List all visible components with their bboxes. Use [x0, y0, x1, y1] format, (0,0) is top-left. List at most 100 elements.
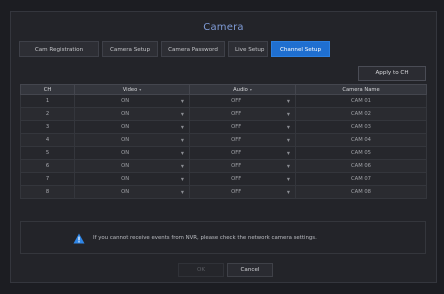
chevron-down-icon: ▼ — [180, 111, 184, 117]
video-select[interactable]: ON ▼ — [74, 94, 190, 108]
audio-select[interactable]: OFF ▼ — [189, 94, 296, 108]
audio-dropdown: OFF ▼ — [190, 160, 295, 172]
chevron-down-icon: ▼ — [180, 98, 184, 104]
video-select[interactable]: ON ▼ — [74, 133, 190, 147]
cancel-button[interactable]: Cancel — [227, 263, 273, 277]
video-dropdown: ON ▼ — [75, 173, 189, 185]
video-select[interactable]: ON ▼ — [74, 120, 190, 134]
audio-select[interactable]: OFF ▼ — [189, 133, 296, 147]
camera-name-field[interactable]: CAM 03 — [295, 120, 427, 134]
channel-number: 1 — [20, 94, 75, 108]
channel-number: 2 — [20, 107, 75, 121]
audio-dropdown: OFF ▼ — [190, 108, 295, 120]
header-video[interactable]: Video ▾ — [74, 84, 190, 95]
video-dropdown: ON ▼ — [75, 134, 189, 146]
video-dropdown: ON ▼ — [75, 186, 189, 198]
audio-dropdown: OFF ▼ — [190, 147, 295, 159]
chevron-down-icon: ▼ — [286, 137, 290, 143]
audio-value: OFF — [231, 176, 242, 182]
channel-number: 8 — [20, 185, 75, 199]
camera-name-field[interactable]: CAM 02 — [295, 107, 427, 121]
video-value: ON — [121, 137, 130, 143]
header-audio[interactable]: Audio ▾ — [189, 84, 296, 95]
channel-number: 5 — [20, 146, 75, 160]
video-dropdown: ON ▼ — [75, 95, 189, 107]
video-value: ON — [121, 111, 130, 117]
table-row: 1 ON ▼ OFF ▼ CAM 01 — [20, 94, 427, 108]
video-select[interactable]: ON ▼ — [74, 172, 190, 186]
audio-select[interactable]: OFF ▼ — [189, 146, 296, 160]
video-dropdown: ON ▼ — [75, 108, 189, 120]
audio-select[interactable]: OFF ▼ — [189, 120, 296, 134]
camera-name-field[interactable]: CAM 07 — [295, 172, 427, 186]
chevron-down-icon: ▼ — [286, 163, 290, 169]
warning-icon — [73, 233, 85, 244]
video-value: ON — [121, 150, 130, 156]
channel-number: 3 — [20, 120, 75, 134]
table-row: 3 ON ▼ OFF ▼ CAM 03 — [20, 120, 427, 134]
audio-value: OFF — [231, 137, 242, 143]
audio-value: OFF — [231, 163, 242, 169]
apply-to-ch-button[interactable]: Apply to CH — [358, 66, 426, 81]
table-row: 6 ON ▼ OFF ▼ CAM 06 — [20, 159, 427, 173]
header-camera-name: Camera Name — [295, 84, 427, 95]
tab-bar: Cam Registration Camera Setup Camera Pas… — [19, 41, 333, 57]
table-header-row: CH Video ▾ Audio ▾ Camera Name — [20, 84, 427, 95]
header-ch: CH — [20, 84, 75, 95]
audio-dropdown: OFF ▼ — [190, 134, 295, 146]
audio-select[interactable]: OFF ▼ — [189, 107, 296, 121]
camera-name-field[interactable]: CAM 08 — [295, 185, 427, 199]
chevron-down-icon: ▼ — [286, 150, 290, 156]
notice-box: If you cannot receive events from NVR, p… — [20, 221, 426, 254]
channel-number: 4 — [20, 133, 75, 147]
video-select[interactable]: ON ▼ — [74, 159, 190, 173]
audio-select[interactable]: OFF ▼ — [189, 172, 296, 186]
camera-name-field[interactable]: CAM 04 — [295, 133, 427, 147]
sort-icon: ▾ — [139, 86, 142, 92]
audio-dropdown: OFF ▼ — [190, 173, 295, 185]
video-select[interactable]: ON ▼ — [74, 146, 190, 160]
table-row: 5 ON ▼ OFF ▼ CAM 05 — [20, 146, 427, 160]
table-row: 8 ON ▼ OFF ▼ CAM 08 — [20, 185, 427, 199]
audio-dropdown: OFF ▼ — [190, 121, 295, 133]
chevron-down-icon: ▼ — [286, 111, 290, 117]
tab-live-setup[interactable]: Live Setup — [228, 41, 268, 57]
video-dropdown: ON ▼ — [75, 160, 189, 172]
video-select[interactable]: ON ▼ — [74, 107, 190, 121]
tab-camera-setup[interactable]: Camera Setup — [102, 41, 158, 57]
video-dropdown: ON ▼ — [75, 121, 189, 133]
chevron-down-icon: ▼ — [286, 176, 290, 182]
chevron-down-icon: ▼ — [180, 137, 184, 143]
video-value: ON — [121, 189, 130, 195]
screen: Camera Cam Registration Camera Setup Cam… — [0, 0, 444, 294]
chevron-down-icon: ▼ — [286, 124, 290, 130]
audio-value: OFF — [231, 111, 242, 117]
channel-number: 7 — [20, 172, 75, 186]
video-select[interactable]: ON ▼ — [74, 185, 190, 199]
audio-dropdown: OFF ▼ — [190, 95, 295, 107]
camera-name-field[interactable]: CAM 01 — [295, 94, 427, 108]
tab-cam-registration[interactable]: Cam Registration — [19, 41, 99, 57]
channel-table: CH Video ▾ Audio ▾ Camera Name 1 ON ▼ OFF ▼ CAM… — [20, 84, 427, 199]
chevron-down-icon: ▼ — [180, 163, 184, 169]
table-row: 2 ON ▼ OFF ▼ CAM 02 — [20, 107, 427, 121]
chevron-down-icon: ▼ — [180, 124, 184, 130]
audio-dropdown: OFF ▼ — [190, 186, 295, 198]
tab-camera-password[interactable]: Camera Password — [161, 41, 225, 57]
chevron-down-icon: ▼ — [286, 189, 290, 195]
sort-icon: ▾ — [249, 86, 252, 92]
ok-button[interactable]: OK — [178, 263, 224, 277]
audio-select[interactable]: OFF ▼ — [189, 159, 296, 173]
audio-value: OFF — [231, 150, 242, 156]
audio-value: OFF — [231, 124, 242, 130]
chevron-down-icon: ▼ — [180, 189, 184, 195]
audio-select[interactable]: OFF ▼ — [189, 185, 296, 199]
audio-value: OFF — [231, 189, 242, 195]
camera-name-field[interactable]: CAM 05 — [295, 146, 427, 160]
video-value: ON — [121, 176, 130, 182]
chevron-down-icon: ▼ — [286, 98, 290, 104]
camera-name-field[interactable]: CAM 06 — [295, 159, 427, 173]
chevron-down-icon: ▼ — [180, 150, 184, 156]
tab-channel-setup[interactable]: Channel Setup — [271, 41, 330, 57]
video-value: ON — [121, 163, 130, 169]
